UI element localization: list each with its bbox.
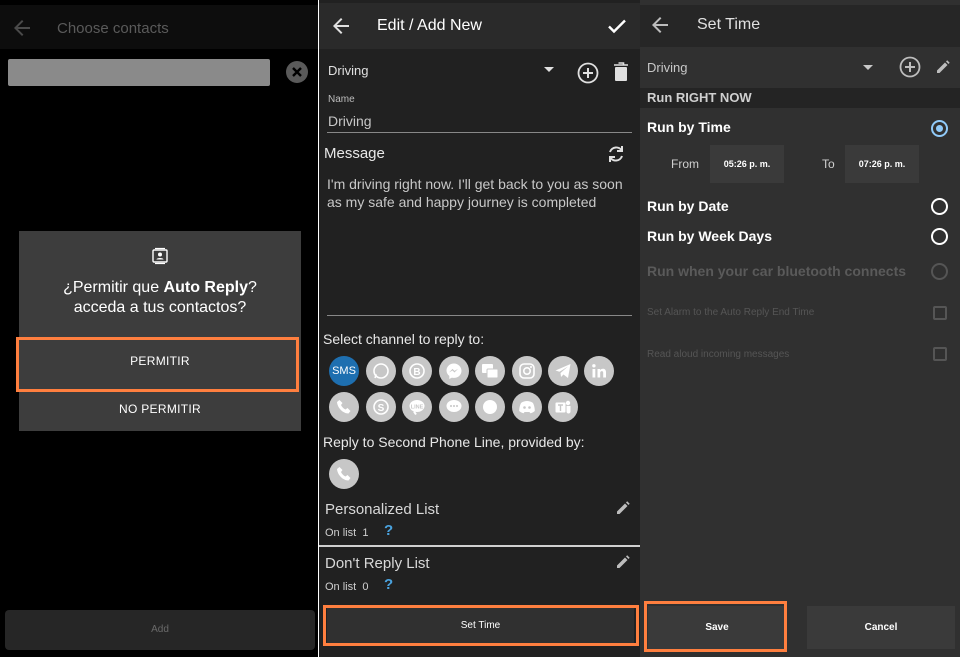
search-input[interactable] xyxy=(8,59,270,86)
app-bar: Set Time xyxy=(640,5,960,47)
on-list-label: On list xyxy=(325,581,357,593)
name-input[interactable]: Driving xyxy=(328,113,372,129)
deny-button[interactable]: NO PERMITIR xyxy=(19,389,301,429)
add-circle-icon[interactable] xyxy=(577,62,599,84)
dialog-app-name: Auto Reply xyxy=(163,279,248,296)
check-icon[interactable] xyxy=(605,14,629,38)
second-line-label: Reply to Second Phone Line, provided by: xyxy=(323,434,585,450)
edit-add-new-screen: Edit / Add New Driving Name Driving Mess… xyxy=(319,0,640,657)
help-icon[interactable]: ? xyxy=(384,522,393,539)
page-title: Edit / Add New xyxy=(377,17,482,34)
on-list-label: On list xyxy=(325,527,357,539)
dropdown-arrow-icon[interactable] xyxy=(863,65,873,71)
whatsapp-business-icon[interactable]: B xyxy=(402,356,432,386)
read-aloud-checkbox[interactable] xyxy=(933,347,947,361)
linkedin-icon[interactable] xyxy=(584,356,614,386)
app-bar: Edit / Add New xyxy=(319,3,640,49)
run-by-week-label[interactable]: Run by Week Days xyxy=(647,228,772,244)
message-textarea[interactable]: I'm driving right now. I'll get back to … xyxy=(327,176,627,211)
to-label: To xyxy=(822,157,835,171)
set-time-screen: Set Time Driving Run RIGHT NOW Run by Ti… xyxy=(640,0,960,657)
discord-icon[interactable] xyxy=(512,392,542,422)
teams-icon[interactable] xyxy=(548,392,578,422)
profile-select[interactable]: Driving xyxy=(647,60,687,75)
run-by-week-radio[interactable] xyxy=(931,228,948,245)
run-by-date-label[interactable]: Run by Date xyxy=(647,198,729,214)
select-channel-label: Select channel to reply to: xyxy=(323,331,485,347)
read-aloud-label[interactable]: Read aloud incoming messages xyxy=(647,349,789,360)
add-circle-icon[interactable] xyxy=(899,56,921,78)
run-now-label: Run RIGHT NOW xyxy=(647,90,752,105)
dialog-message-line2: acceda a tus contactos? xyxy=(73,299,247,316)
sms-bubble-icon[interactable] xyxy=(439,392,469,422)
set-alarm-checkbox[interactable] xyxy=(933,306,947,320)
skype-icon[interactable]: S xyxy=(366,392,396,422)
name-label: Name xyxy=(328,94,355,105)
help-icon[interactable]: ? xyxy=(384,576,393,593)
divider xyxy=(327,315,632,316)
dialog-message: ¿Permitir que Auto Reply? acceda a tus c… xyxy=(63,279,257,316)
page-title: Set Time xyxy=(697,16,761,33)
personalized-count: On list 1 xyxy=(325,527,368,539)
run-bluetooth-radio[interactable] xyxy=(931,263,948,280)
messenger-icon[interactable] xyxy=(439,356,469,386)
dialog-message-prefix: ¿Permitir que xyxy=(63,279,164,296)
highlight-box xyxy=(323,605,639,646)
phone-icon[interactable] xyxy=(329,392,359,422)
choose-contacts-screen: Choose contacts ¿Permitir que Auto Reply… xyxy=(0,0,318,657)
personalized-list-title[interactable]: Personalized List xyxy=(325,501,439,518)
signal-icon[interactable] xyxy=(475,392,505,422)
from-time-picker[interactable]: 05:26 p. m. xyxy=(710,145,784,183)
whatsapp-icon[interactable] xyxy=(366,356,396,386)
line-icon[interactable]: LINE xyxy=(402,392,432,422)
svg-text:B: B xyxy=(413,367,420,378)
run-bluetooth-label[interactable]: Run when your car bluetooth connects xyxy=(647,263,906,279)
on-list-count: 0 xyxy=(362,581,369,593)
clear-icon[interactable] xyxy=(286,61,308,83)
app-bar: Choose contacts xyxy=(0,5,318,49)
instagram-icon[interactable] xyxy=(512,356,542,386)
back-arrow-icon[interactable] xyxy=(329,14,353,38)
contacts-icon xyxy=(151,247,169,265)
divider xyxy=(319,545,640,547)
page-title: Choose contacts xyxy=(57,20,169,37)
dont-reply-count: On list 0 xyxy=(325,581,368,593)
permission-dialog: ¿Permitir que Auto Reply? acceda a tus c… xyxy=(19,231,301,431)
run-by-time-label[interactable]: Run by Time xyxy=(647,119,731,135)
run-now-bar[interactable]: Run RIGHT NOW xyxy=(640,88,960,108)
cancel-button[interactable]: Cancel xyxy=(807,606,955,649)
telegram-icon[interactable] xyxy=(548,356,578,386)
edit-pencil-icon[interactable] xyxy=(615,500,631,516)
refresh-icon[interactable] xyxy=(605,143,627,165)
second-line-phone-icon[interactable] xyxy=(329,459,359,489)
dropdown-arrow-icon[interactable] xyxy=(544,67,554,73)
chat-bubbles-icon[interactable] xyxy=(475,356,505,386)
edit-pencil-icon[interactable] xyxy=(935,59,951,75)
highlight-box xyxy=(16,337,299,392)
set-alarm-label[interactable]: Set Alarm to the Auto Reply End Time xyxy=(647,307,814,318)
back-arrow-icon[interactable] xyxy=(10,16,34,40)
divider xyxy=(327,132,632,133)
profile-select[interactable]: Driving xyxy=(328,63,368,78)
to-time-picker[interactable]: 07:26 p. m. xyxy=(845,145,919,183)
svg-text:LINE: LINE xyxy=(411,405,424,411)
message-label: Message xyxy=(324,145,385,162)
on-list-count: 1 xyxy=(362,527,369,539)
from-label: From xyxy=(671,157,699,171)
back-arrow-icon[interactable] xyxy=(648,13,672,37)
highlight-box xyxy=(644,601,787,652)
add-button[interactable]: Add xyxy=(5,610,315,650)
trash-icon[interactable] xyxy=(613,62,629,82)
svg-text:S: S xyxy=(378,403,385,414)
sms-channel-button[interactable]: SMS xyxy=(329,356,359,386)
run-by-time-radio[interactable] xyxy=(931,120,948,137)
run-by-date-radio[interactable] xyxy=(931,198,948,215)
dont-reply-list-title[interactable]: Don't Reply List xyxy=(325,555,430,572)
edit-pencil-icon[interactable] xyxy=(615,554,631,570)
